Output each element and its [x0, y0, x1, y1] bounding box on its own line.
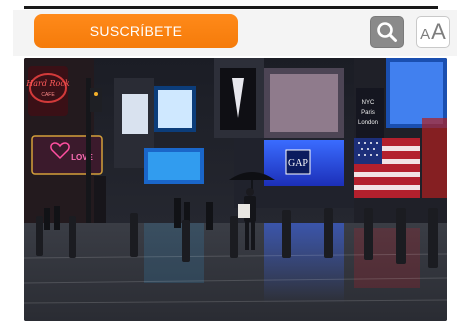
nyc-sign-line1: NYC [362, 100, 375, 106]
gap-sign-text: GAP [288, 158, 308, 169]
hard-rock-sign-sub: CAFE [41, 92, 55, 98]
font-size-big-letter: A [431, 19, 446, 44]
top-divider [24, 6, 438, 9]
font-size-small-letter: A [420, 26, 431, 43]
article-photo[interactable]: Hard Rock CAFE LOVE GAP NYC Paris London [24, 58, 447, 321]
nyc-sign-line2: Paris [361, 110, 375, 116]
hard-rock-sign-text: Hard Rock [25, 79, 70, 88]
search-icon [377, 22, 397, 42]
font-size-button[interactable]: A A [416, 16, 450, 48]
mobile-page: SUSCRÍBETE A A Hard Rock CAFE LOVE GAP N… [0, 0, 457, 323]
subscribe-button[interactable]: SUSCRÍBETE [34, 14, 238, 48]
search-button[interactable] [370, 16, 404, 48]
times-square-rainy-night-image: Hard Rock CAFE LOVE GAP NYC Paris London [24, 58, 447, 321]
article-toolbar: SUSCRÍBETE A A [13, 10, 457, 56]
font-size-icon: A A [420, 19, 446, 45]
nyc-sign-line3: London [358, 120, 378, 126]
